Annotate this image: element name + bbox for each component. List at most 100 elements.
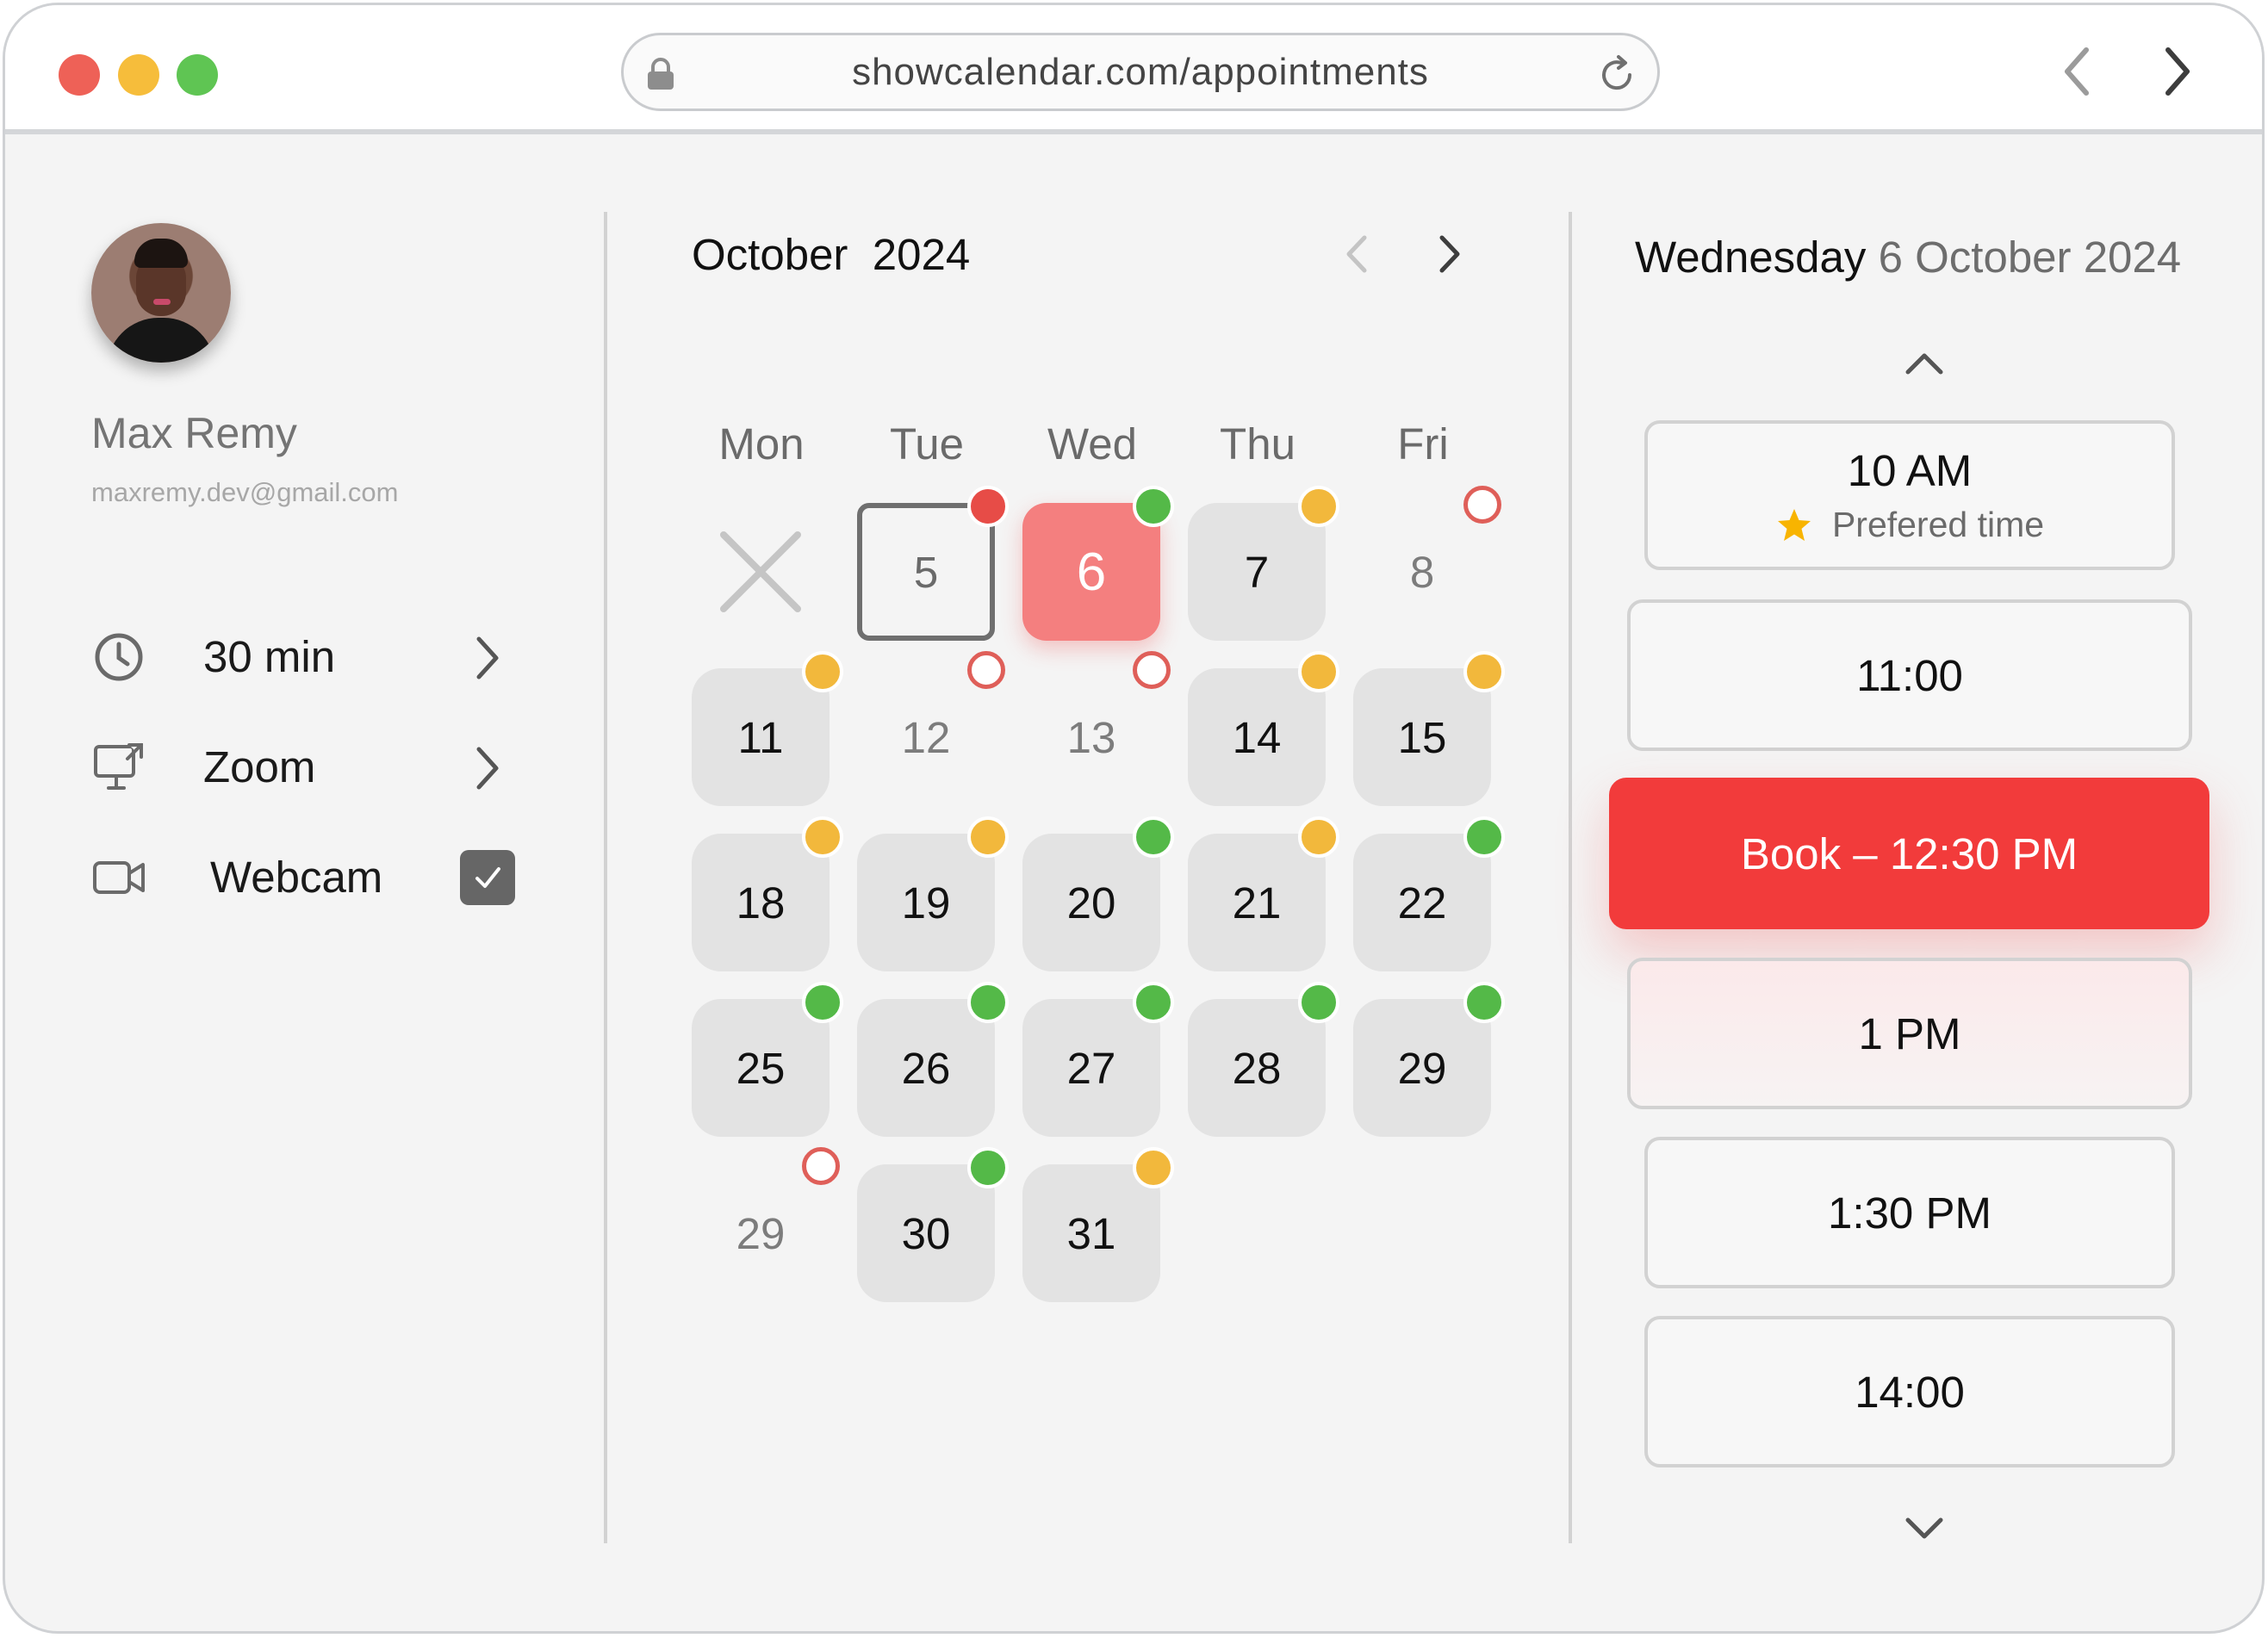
chevron-right-icon[interactable] <box>470 744 505 792</box>
close-icon <box>720 531 801 612</box>
day-number: 6 <box>1076 542 1107 602</box>
availability-dot <box>1133 486 1174 527</box>
minimize-window-button[interactable] <box>118 54 159 96</box>
address-bar[interactable]: showcalendar.com/appointments <box>621 33 1660 111</box>
duration-option[interactable]: 30 min <box>203 631 335 682</box>
calendar-day[interactable]: 8 <box>1353 503 1491 641</box>
zoom-window-button[interactable] <box>177 54 218 96</box>
selected-date: 6 October 2024 <box>1878 233 2182 282</box>
panel-divider <box>604 212 607 1543</box>
availability-dot <box>967 486 1009 527</box>
day-number: 22 <box>1397 878 1447 928</box>
weekday-header: Tue <box>890 419 964 468</box>
time-slot[interactable]: 1 PM <box>1627 958 2192 1109</box>
availability-dot <box>967 816 1009 858</box>
availability-dot <box>967 982 1009 1023</box>
weekday-header: Mon <box>718 419 805 468</box>
calendar-day[interactable]: 13 <box>1022 668 1160 806</box>
calendar-day[interactable]: 25 <box>692 999 830 1137</box>
book-button[interactable]: Book – 12:30 PM <box>1609 778 2209 929</box>
day-number: 31 <box>1066 1208 1116 1258</box>
calendar-day[interactable]: 27 <box>1022 999 1160 1137</box>
preferred-note: Prefered time <box>1775 505 2044 545</box>
webcam-checkbox[interactable] <box>460 850 515 905</box>
time-slot-label: 10 AM <box>1847 446 1973 495</box>
availability-dot <box>802 816 843 858</box>
calendar-day[interactable]: 31 <box>1022 1164 1160 1302</box>
reload-icon[interactable] <box>1595 53 1638 96</box>
chevron-down-icon[interactable] <box>1903 1515 1946 1544</box>
calendar-day[interactable]: 29 <box>692 1164 830 1302</box>
avatar <box>91 223 231 363</box>
day-number: 8 <box>1409 547 1435 597</box>
book-button-label: Book – 12:30 PM <box>1740 828 2078 878</box>
user-name: Max Remy <box>91 409 297 457</box>
calendar-day[interactable]: 14 <box>1188 668 1326 806</box>
time-slot-label: 1:30 PM <box>1828 1188 1991 1238</box>
availability-dot <box>967 1147 1009 1188</box>
day-number: 29 <box>1397 1043 1447 1093</box>
time-slot-preferred[interactable]: 10 AM Prefered time <box>1644 420 2175 570</box>
availability-dot <box>1133 982 1174 1023</box>
day-number: 20 <box>1066 878 1116 928</box>
day-number: 13 <box>1066 712 1116 762</box>
weekday-header: Fri <box>1397 419 1449 468</box>
availability-dot <box>1298 486 1339 527</box>
preferred-note-text: Prefered time <box>1831 505 2045 544</box>
url-text: showcalendar.com/appointments <box>852 51 1429 93</box>
platform-option[interactable]: Zoom <box>203 741 315 792</box>
calendar-day[interactable]: 11 <box>692 668 830 806</box>
selected-day[interactable]: 6 <box>1022 503 1160 641</box>
time-slot[interactable]: 14:00 <box>1644 1316 2175 1467</box>
panel-divider <box>1569 212 1572 1543</box>
unavailable-day <box>692 503 830 641</box>
time-slot-label: 1 PM <box>1858 1008 1961 1058</box>
availability-dot <box>1298 816 1339 858</box>
calendar-year: 2024 <box>872 230 971 279</box>
availability-dot <box>802 982 843 1023</box>
time-slot-label: 11:00 <box>1856 650 1963 700</box>
time-slot[interactable]: 11:00 <box>1627 599 2192 751</box>
calendar-day[interactable]: 22 <box>1353 834 1491 971</box>
availability-dot <box>1463 651 1505 692</box>
availability-dot <box>1463 982 1505 1023</box>
webcam-label: Webcam <box>210 853 383 902</box>
day-number: 7 <box>1244 547 1270 597</box>
calendar-day[interactable]: 28 <box>1188 999 1326 1137</box>
calendar-day[interactable]: 15 <box>1353 668 1491 806</box>
time-slot[interactable]: 1:30 PM <box>1644 1137 2175 1288</box>
selected-day-name: Wednesday <box>1635 233 1867 282</box>
availability-dot <box>1298 651 1339 692</box>
chevron-right-icon[interactable] <box>470 634 505 682</box>
calendar-day[interactable]: 29 <box>1353 999 1491 1137</box>
calendar-day[interactable]: 7 <box>1188 503 1326 641</box>
video-camera-icon <box>93 861 145 894</box>
calendar-day[interactable]: 19 <box>857 834 995 971</box>
day-number: 30 <box>901 1208 951 1258</box>
browser-forward-button[interactable] <box>2156 43 2199 100</box>
calendar-day[interactable]: 18 <box>692 834 830 971</box>
calendar-day[interactable]: 21 <box>1188 834 1326 971</box>
day-number: 11 <box>737 712 784 762</box>
availability-dot <box>1133 816 1174 858</box>
availability-dot <box>802 651 843 692</box>
browser-window: showcalendar.com/appointments Max Remy m… <box>3 3 2265 1634</box>
availability-dot <box>1298 982 1339 1023</box>
close-window-button[interactable] <box>59 54 100 96</box>
availability-dot <box>1463 816 1505 858</box>
checkmark-icon <box>475 867 500 888</box>
availability-dot <box>1463 486 1501 524</box>
browser-back-button[interactable] <box>2055 43 2098 100</box>
time-slot-label: 14:00 <box>1855 1367 1965 1417</box>
calendar-day[interactable]: 12 <box>857 668 995 806</box>
availability-dot <box>1133 1147 1174 1188</box>
chevron-up-icon[interactable] <box>1903 348 1946 377</box>
previous-month-button[interactable] <box>1342 233 1370 276</box>
availability-dot <box>802 1147 840 1185</box>
day-number: 18 <box>736 878 786 928</box>
calendar-day[interactable]: 5 <box>857 503 995 641</box>
calendar-day[interactable]: 26 <box>857 999 995 1137</box>
next-month-button[interactable] <box>1437 233 1464 276</box>
calendar-day[interactable]: 20 <box>1022 834 1160 971</box>
calendar-day[interactable]: 30 <box>857 1164 995 1302</box>
